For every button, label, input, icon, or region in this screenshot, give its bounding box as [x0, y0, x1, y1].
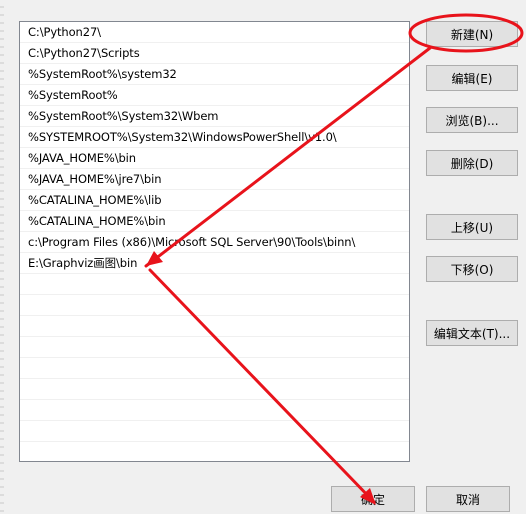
edit-text-button[interactable]: 编辑文本(T)... — [426, 320, 518, 346]
list-item[interactable]: %SystemRoot%\System32\Wbem — [20, 106, 409, 127]
delete-button[interactable]: 删除(D) — [426, 150, 518, 176]
cancel-button[interactable]: 取消 — [426, 486, 510, 512]
list-item[interactable]: %JAVA_HOME%\jre7\bin — [20, 169, 409, 190]
list-item[interactable]: %CATALINA_HOME%\bin — [20, 211, 409, 232]
empty-list-row[interactable] — [20, 421, 409, 442]
list-item[interactable]: C:\Python27\Scripts — [20, 43, 409, 64]
empty-list-row[interactable] — [20, 442, 409, 461]
edit-button[interactable]: 编辑(E) — [426, 65, 518, 91]
left-window-edge — [0, 0, 4, 514]
move-down-button[interactable]: 下移(O) — [426, 256, 518, 282]
new-button[interactable]: 新建(N) — [426, 21, 518, 47]
browse-button[interactable]: 浏览(B)... — [426, 107, 518, 133]
list-item[interactable]: %JAVA_HOME%\bin — [20, 148, 409, 169]
path-list[interactable]: C:\Python27\ C:\Python27\Scripts %System… — [19, 21, 410, 462]
list-item[interactable]: C:\Python27\ — [20, 22, 409, 43]
empty-list-row[interactable] — [20, 316, 409, 337]
empty-list-row[interactable] — [20, 337, 409, 358]
list-item[interactable]: %CATALINA_HOME%\lib — [20, 190, 409, 211]
list-item[interactable]: c:\Program Files (x86)\Microsoft SQL Ser… — [20, 232, 409, 253]
empty-list-row[interactable] — [20, 400, 409, 421]
list-item[interactable]: %SystemRoot%\system32 — [20, 64, 409, 85]
list-item[interactable]: %SystemRoot% — [20, 85, 409, 106]
edit-environment-variable-dialog: C:\Python27\ C:\Python27\Scripts %System… — [0, 0, 526, 514]
empty-list-row[interactable] — [20, 295, 409, 316]
ok-button[interactable]: 确定 — [331, 486, 415, 512]
empty-list-row[interactable] — [20, 379, 409, 400]
empty-list-row[interactable] — [20, 358, 409, 379]
empty-list-row[interactable] — [20, 274, 409, 295]
move-up-button[interactable]: 上移(U) — [426, 214, 518, 240]
list-item[interactable]: E:\Graphviz画图\bin — [20, 253, 409, 274]
list-item[interactable]: %SYSTEMROOT%\System32\WindowsPowerShell\… — [20, 127, 409, 148]
